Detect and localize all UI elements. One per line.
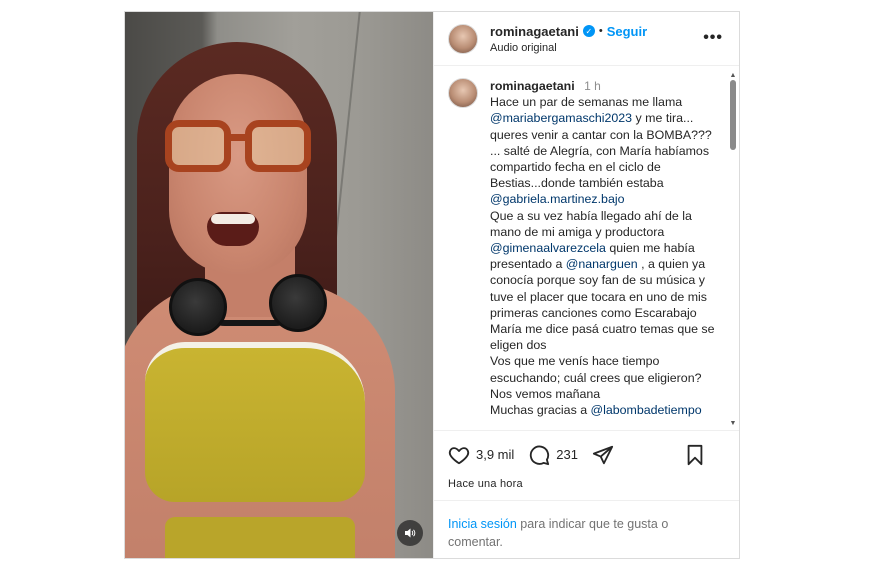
caption-line: conocía porque soy fan de su música y <box>490 272 722 288</box>
headphone-ear-left <box>169 278 227 336</box>
caption-line: Que a su vez había llegado ahí de la <box>490 208 722 224</box>
header-separator: • <box>598 25 603 37</box>
bookmark-icon <box>687 444 703 465</box>
caption-text-segment: Hace un par de semanas me llama <box>490 95 683 110</box>
share-icon <box>592 445 614 464</box>
header-user-row: rominagaetani ✓ • Seguir <box>490 24 647 39</box>
like-button[interactable]: 3,9 mil <box>448 444 514 466</box>
post-timestamp[interactable]: Hace una hora <box>434 478 739 500</box>
person-top <box>145 342 365 502</box>
caption-text-segment: presentado a <box>490 257 566 272</box>
caption-line: ... salté de Alegría, con María habíamos <box>490 143 722 159</box>
caption-text-segment: Muchas gracias a <box>490 403 591 418</box>
scrollbar-thumb[interactable] <box>730 80 736 150</box>
person-teeth <box>211 214 255 224</box>
action-bar: 3,9 mil 231 <box>434 430 739 478</box>
caption-line: Hace un par de semanas me llama <box>490 94 722 110</box>
caption-text-segment: primeras canciones como Escarabajo <box>490 305 697 320</box>
scroll-up-arrow-icon[interactable]: ▲ <box>729 72 737 80</box>
instagram-post: rominagaetani ✓ • Seguir Audio original … <box>124 11 740 559</box>
mention-link[interactable]: @labombadetiempo <box>591 403 702 417</box>
login-link[interactable]: Inicia sesión <box>448 517 517 531</box>
save-button[interactable] <box>685 444 711 466</box>
caption-line: Bestias...donde también estaba <box>490 175 722 191</box>
caption-line: presentado a @nanarguen , a quien ya <box>490 256 722 272</box>
caption-line: @mariabergamaschi2023 y me tira... <box>490 110 722 126</box>
caption-body: rominagaetani 1 h Hace un par de semanas… <box>490 78 722 418</box>
caption-line: Vos que me venís hace tiempo <box>490 353 722 369</box>
headphone-ear-right <box>269 274 327 332</box>
caption-line: compartido fecha en el ciclo de <box>490 159 722 175</box>
caption-text-segment: ... salté de Alegría, con María habíamos <box>490 143 710 158</box>
audio-label[interactable]: Audio original <box>490 42 647 54</box>
caption-username[interactable]: rominagaetani <box>490 79 575 93</box>
caption-line: mano de mi amiga y productora <box>490 224 722 240</box>
heart-icon <box>448 446 470 464</box>
caption-text-segment: compartido fecha en el ciclo de <box>490 160 661 175</box>
headphones <box>169 274 329 344</box>
caption-text-segment: María me dice pasá cuatro temas que se <box>490 322 715 337</box>
caption: rominagaetani 1 h Hace un par de semanas… <box>448 78 725 418</box>
lens-right <box>245 120 311 172</box>
caption-text: Hace un par de semanas me llama @mariaber… <box>490 94 722 418</box>
caption-line: María me dice pasá cuatro temas que se <box>490 321 722 337</box>
person-shorts <box>165 517 355 558</box>
caption-text-segment: Vos que me venís hace tiempo <box>490 354 660 369</box>
caption-text-segment: quien me había <box>605 241 695 256</box>
header-username[interactable]: rominagaetani <box>490 24 579 39</box>
caption-line: @gimenaalvarezcela quien me había <box>490 240 722 256</box>
caption-text-segment: queres venir a cantar con la BOMBA??? <box>490 127 712 142</box>
comments-area[interactable]: rominagaetani 1 h Hace un par de semanas… <box>434 66 739 430</box>
caption-avatar[interactable] <box>448 78 478 108</box>
avatar[interactable] <box>448 23 478 54</box>
caption-text-segment: Que a su vez había llegado ahí de la <box>490 208 692 223</box>
caption-text-segment: Nos vemos mañana <box>490 386 601 401</box>
caption-text-segment: conocía porque soy fan de su música y <box>490 273 705 288</box>
mention-link[interactable]: @nanarguen <box>566 257 638 271</box>
scrollbar[interactable]: ▲ ▼ <box>729 72 737 427</box>
post-side-panel: rominagaetani ✓ • Seguir Audio original … <box>433 12 739 558</box>
verified-badge-icon: ✓ <box>582 25 595 37</box>
share-button[interactable] <box>592 444 614 466</box>
header-text: rominagaetani ✓ • Seguir Audio original <box>490 24 647 54</box>
sunglasses <box>165 120 313 176</box>
caption-time: 1 h <box>584 79 601 93</box>
post-header: rominagaetani ✓ • Seguir Audio original … <box>434 12 739 66</box>
caption-text-segment: , a quien ya <box>637 257 706 272</box>
caption-text-segment: y me tira... <box>632 111 694 126</box>
caption-line: queres venir a cantar con la BOMBA??? <box>490 127 722 143</box>
mute-button[interactable] <box>397 520 423 546</box>
comment-button[interactable]: 231 <box>528 444 578 466</box>
video-player[interactable] <box>125 12 433 558</box>
caption-line: Muchas gracias a @labombadetiempo <box>490 402 722 418</box>
caption-text-segment: escuchando; cuál crees que eligieron? <box>490 370 702 385</box>
more-options-icon[interactable]: ••• <box>703 29 723 47</box>
mention-link[interactable]: @gimenaalvarezcela <box>490 241 606 255</box>
caption-header-line: rominagaetani 1 h <box>490 78 722 94</box>
likes-count: 3,9 mil <box>476 447 515 462</box>
caption-text-segment: tuve el placer que tocara en uno de mis <box>490 289 707 304</box>
caption-text-segment: mano de mi amiga y productora <box>490 224 665 239</box>
caption-line: primeras canciones como Escarabajo <box>490 305 722 321</box>
caption-line: @gabriela.martinez.bajo <box>490 191 722 207</box>
scroll-down-arrow-icon[interactable]: ▼ <box>729 420 737 428</box>
mention-link[interactable]: @mariabergamaschi2023 <box>490 111 632 125</box>
lens-left <box>165 120 231 172</box>
caption-text-segment: Bestias...donde también estaba <box>490 176 664 191</box>
comment-icon <box>530 445 550 465</box>
login-prompt: Inicia sesión para indicar que te gusta … <box>434 500 739 551</box>
caption-line: tuve el placer que tocara en uno de mis <box>490 289 722 305</box>
follow-button[interactable]: Seguir <box>607 24 647 39</box>
caption-line: eligen dos <box>490 337 722 353</box>
caption-line: Nos vemos mañana <box>490 386 722 402</box>
caption-text-segment: eligen dos <box>490 338 547 353</box>
comments-count: 231 <box>556 447 578 462</box>
speaker-icon <box>405 528 416 538</box>
mention-link[interactable]: @gabriela.martinez.bajo <box>490 192 625 206</box>
caption-line: escuchando; cuál crees que eligieron? <box>490 370 722 386</box>
